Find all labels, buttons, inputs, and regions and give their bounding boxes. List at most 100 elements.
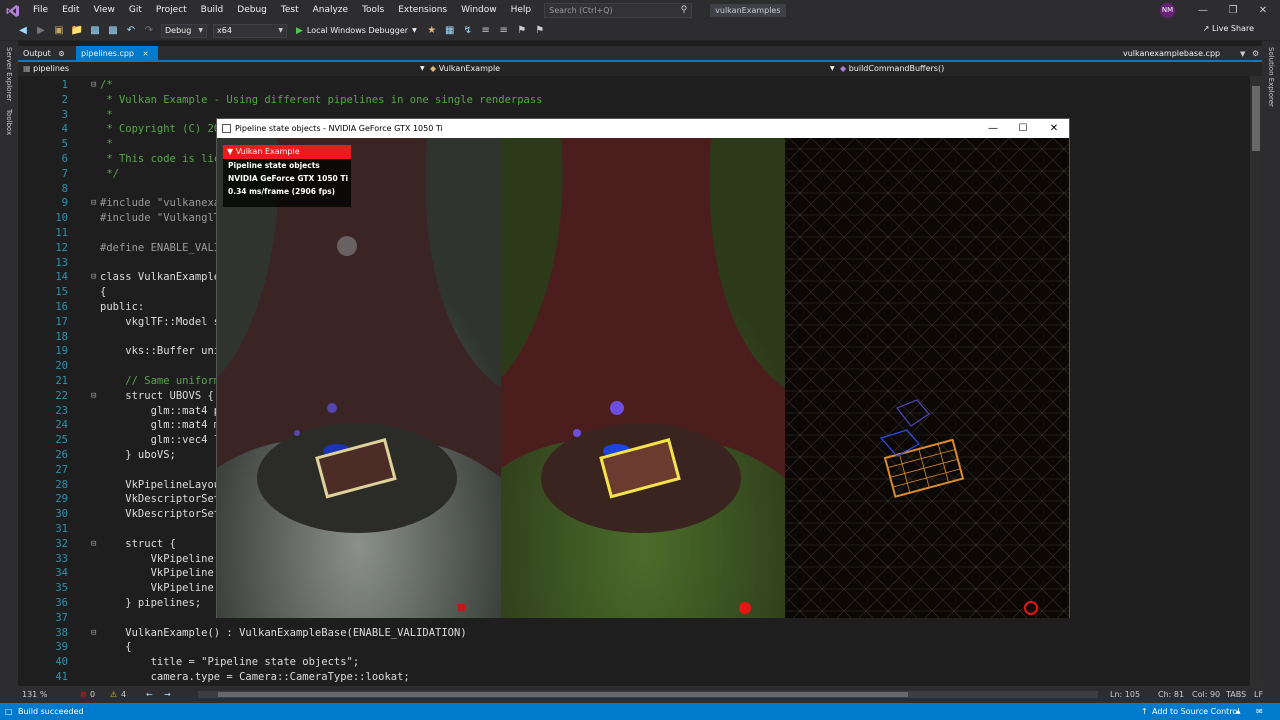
- notifications-icon[interactable]: ✉: [1256, 703, 1263, 720]
- code-line[interactable]: 41 camera.type = Camera::CameraType::loo…: [18, 670, 1244, 685]
- member-scope-dropdown[interactable]: ◆ buildCommandBuffers(): [840, 62, 944, 76]
- warning-icon[interactable]: ⚠: [110, 686, 117, 703]
- back-icon[interactable]: ◀: [16, 24, 30, 38]
- menu-git[interactable]: Git: [122, 0, 149, 21]
- nav-forward-icon[interactable]: →: [164, 686, 171, 703]
- vulkan-window-titlebar[interactable]: Pipeline state objects - NVIDIA GeForce …: [217, 119, 1069, 138]
- char-indicator[interactable]: Ch: 81: [1158, 686, 1184, 703]
- menu-project[interactable]: Project: [149, 0, 194, 21]
- save-icon[interactable]: ▩: [88, 24, 102, 38]
- menu-extensions[interactable]: Extensions: [391, 0, 454, 21]
- search-input[interactable]: Search (Ctrl+Q) ⚲: [544, 3, 693, 18]
- tab-pipelines-cpp[interactable]: pipelines.cpp ✕: [76, 46, 158, 62]
- avatar[interactable]: NM: [1160, 3, 1175, 18]
- eol-indicator[interactable]: LF: [1254, 686, 1263, 703]
- zoom-level[interactable]: 131 %: [22, 686, 47, 703]
- chevron-down-icon[interactable]: ▼: [830, 62, 835, 76]
- redo-icon[interactable]: ↷: [142, 24, 156, 38]
- start-debugging-button[interactable]: ▶ Local Windows Debugger ▼: [296, 26, 417, 36]
- collapse-icon[interactable]: ⊟: [91, 389, 96, 404]
- tab-vulkanexamplebase[interactable]: vulkanexamplebase.cpp: [1118, 46, 1225, 62]
- vulkan-app-window[interactable]: Pipeline state objects - NVIDIA GeForce …: [216, 118, 1070, 618]
- ui-overlay[interactable]: ▼ Vulkan Example Pipeline state objects …: [223, 145, 351, 207]
- forward-icon[interactable]: ▶: [34, 24, 48, 38]
- uncomment-icon[interactable]: ≡: [497, 24, 511, 38]
- minimize-icon[interactable]: —: [978, 119, 1008, 138]
- overlay-frametime: 0.34 ms/frame (2906 fps): [228, 187, 336, 196]
- close-icon[interactable]: ✕: [1248, 0, 1278, 21]
- menu-edit[interactable]: Edit: [55, 0, 86, 21]
- nav-back-icon[interactable]: ←: [146, 686, 153, 703]
- maximize-icon[interactable]: ☐: [1008, 119, 1038, 138]
- line-number: 1: [61, 79, 68, 91]
- line-indicator[interactable]: Ln: 105: [1110, 686, 1140, 703]
- menu-tools[interactable]: Tools: [355, 0, 391, 21]
- code-line[interactable]: 2 * Vulkan Example - Using different pip…: [18, 93, 1244, 108]
- line-number: 36: [55, 597, 68, 609]
- scrollbar-thumb[interactable]: [1252, 86, 1260, 151]
- close-icon[interactable]: ✕: [143, 50, 149, 58]
- visual-studio-logo-icon[interactable]: [0, 0, 26, 21]
- render-viewport[interactable]: [217, 138, 1069, 618]
- bookmark-icon[interactable]: ⚑: [515, 24, 529, 38]
- new-project-icon[interactable]: ▣: [52, 24, 66, 38]
- step-icon[interactable]: ↯: [461, 24, 475, 38]
- configuration-dropdown[interactable]: Debug ▼: [161, 23, 207, 38]
- bookmark-prev-icon[interactable]: ⚑: [533, 24, 547, 38]
- chevron-down-icon[interactable]: ▼: [420, 62, 425, 76]
- restore-icon[interactable]: ❐: [1218, 0, 1248, 21]
- document-tab-well: Output ⚙ pipelines.cpp ✕ vulkanexampleba…: [18, 46, 1262, 62]
- hot-reload-icon[interactable]: ★: [425, 24, 439, 38]
- menu-test[interactable]: Test: [274, 0, 306, 21]
- comment-icon[interactable]: ≡: [479, 24, 493, 38]
- undo-icon[interactable]: ↶: [124, 24, 138, 38]
- line-number: 24: [55, 419, 68, 432]
- tab-dropdown-icon[interactable]: ▼: [1240, 46, 1245, 62]
- error-icon[interactable]: ⊗: [80, 686, 87, 703]
- minimize-icon[interactable]: —: [1188, 0, 1218, 21]
- diagnostics-icon[interactable]: ▦: [443, 24, 457, 38]
- pin-icon[interactable]: ⚙: [58, 50, 64, 58]
- tabs-indicator[interactable]: TABS: [1226, 686, 1246, 703]
- menu-debug[interactable]: Debug: [230, 0, 274, 21]
- scrollbar-thumb[interactable]: [218, 692, 908, 697]
- collapse-icon[interactable]: ⊟: [91, 537, 96, 552]
- code-line[interactable]: 40 title = "Pipeline state objects";: [18, 655, 1244, 670]
- solution-explorer-tab[interactable]: Solution Explorer: [1267, 47, 1275, 107]
- menu-file[interactable]: File: [26, 0, 55, 21]
- code-line[interactable]: 39 {: [18, 640, 1244, 655]
- collapse-icon[interactable]: ⊟: [91, 270, 96, 285]
- collapse-icon[interactable]: ⊟: [91, 626, 96, 641]
- horizontal-scrollbar[interactable]: [198, 691, 1098, 698]
- collapse-icon[interactable]: ⊟: [91, 78, 96, 93]
- settings-icon[interactable]: ⚙: [1252, 46, 1259, 62]
- add-to-source-control[interactable]: Add to Source Control: [1152, 703, 1240, 720]
- menu-window[interactable]: Window: [454, 0, 504, 21]
- code-line[interactable]: 1 ⊟ /*: [18, 78, 1244, 93]
- platform-dropdown[interactable]: x64 ▼: [213, 23, 287, 38]
- live-share-button[interactable]: ↗ Live Share: [1203, 24, 1254, 33]
- line-number: 20: [55, 360, 68, 373]
- app-icon: [222, 124, 231, 133]
- col-indicator[interactable]: Col: 90: [1192, 686, 1220, 703]
- overlay-header[interactable]: ▼ Vulkan Example: [223, 145, 351, 159]
- server-explorer-tab[interactable]: Server Explorer: [5, 47, 13, 101]
- vertical-scrollbar[interactable]: [1250, 76, 1262, 686]
- menu-build[interactable]: Build: [194, 0, 231, 21]
- collapse-icon[interactable]: ⊟: [91, 196, 96, 211]
- menu-analyze[interactable]: Analyze: [306, 0, 355, 21]
- menu-help[interactable]: Help: [504, 0, 539, 21]
- line-number: 6: [61, 153, 68, 165]
- code-text: VkPipelineLayou: [100, 478, 221, 491]
- close-icon[interactable]: ✕: [1039, 119, 1069, 138]
- tab-output[interactable]: Output ⚙: [18, 46, 70, 62]
- open-folder-icon[interactable]: 📁: [70, 24, 84, 38]
- chevron-down-icon: ▼: [198, 26, 203, 34]
- toolbox-tab[interactable]: Toolbox: [5, 109, 13, 135]
- class-scope-dropdown[interactable]: ◆ VulkanExample: [430, 62, 500, 76]
- save-all-icon[interactable]: ▩: [106, 24, 120, 38]
- code-line[interactable]: 38 ⊟ VulkanExample() : VulkanExampleBase(…: [18, 626, 1244, 641]
- menu-view[interactable]: View: [87, 0, 122, 21]
- project-scope-dropdown[interactable]: ▦ pipelines: [23, 62, 69, 76]
- code-text: * Vulkan Example - Using different pipel…: [100, 93, 543, 106]
